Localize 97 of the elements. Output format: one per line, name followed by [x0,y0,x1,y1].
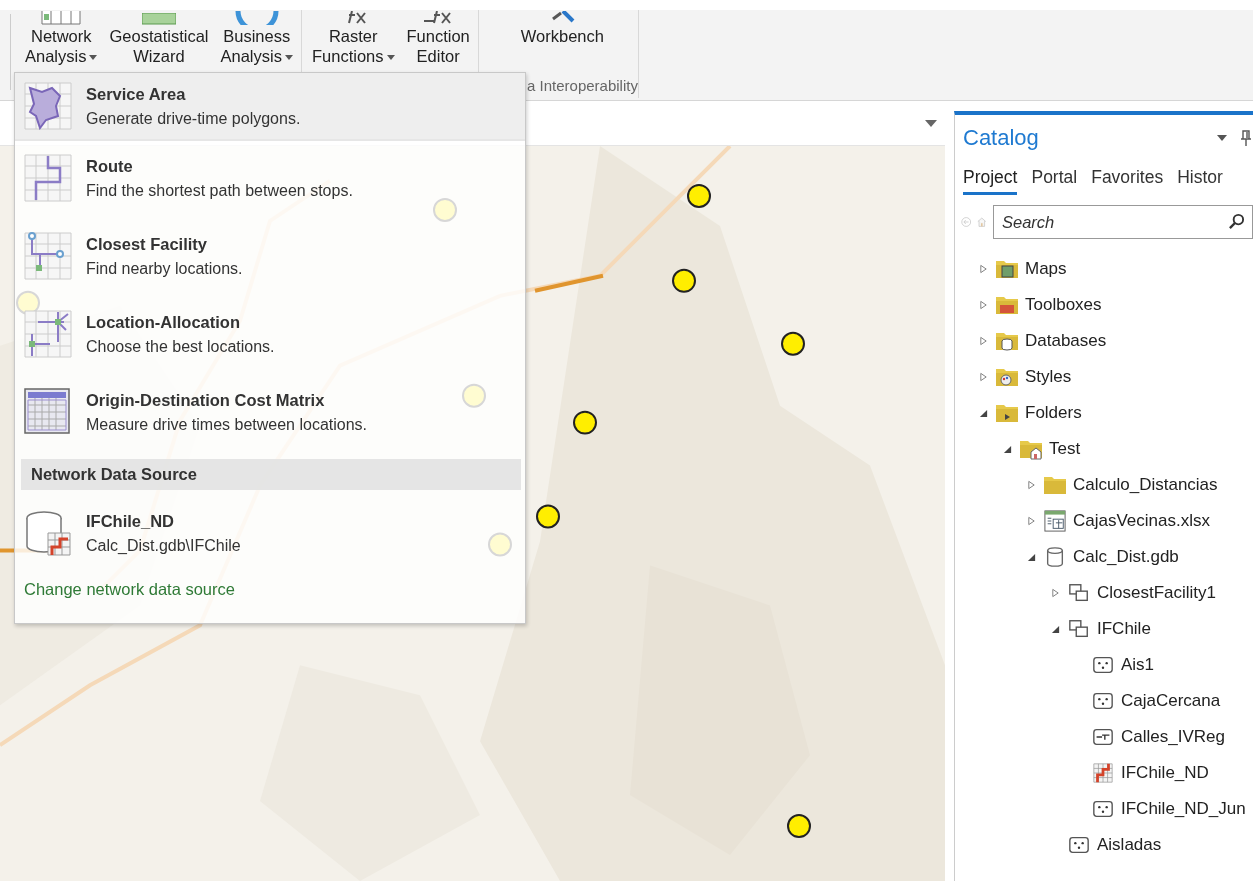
spreadsheet-icon [1043,510,1067,532]
tree-item[interactable]: Toolboxes [1025,295,1102,315]
tree-item[interactable]: IFChile_ND_Jun [1121,799,1246,819]
menu-item[interactable]: Origin-Destination Cost Matrix Measure drive times between locations. [15,379,525,445]
tree-item[interactable]: Databases [1025,331,1107,351]
tree-item[interactable]: Calculo_Distancias [1073,475,1218,495]
ribbon-button[interactable]: Geostatistical Wizard [107,10,211,76]
network-database-icon [24,509,72,557]
pane-title: Catalog [963,125,1040,151]
search-icon[interactable] [1228,213,1245,230]
tree-item[interactable]: IFChile [1097,619,1151,639]
collapse-arrow[interactable] [1049,623,1061,635]
collapse-arrow[interactable] [1001,443,1013,455]
ribbon-button[interactable]: Raster Functions [309,10,397,76]
expand-arrow[interactable] [977,263,989,275]
menu-item[interactable]: Route Find the shortest path between stops. [15,145,525,211]
menu-item-description: Measure drive times between locations. [86,415,368,434]
menu-item-title: IFChile_ND [86,511,175,531]
point-marker [536,504,560,529]
section-header: Network Data Source [21,459,521,490]
menu-item-title: Route [86,156,134,176]
change-source-link[interactable]: Change network data source [24,580,235,599]
tree-item[interactable]: ClosestFacility1 [1097,583,1217,603]
folder-icon [995,402,1019,424]
menu-item-title: Closest Facility [86,234,209,254]
menu-item[interactable]: Closest Facility Find nearby locations. [15,223,525,289]
tree-item[interactable]: Ais1 [1121,655,1155,675]
search-field[interactable]: Search [993,205,1253,239]
toolbox-folder-icon [995,294,1019,316]
matrix-grid-icon [24,388,72,436]
feature-dataset-icon [1067,582,1091,604]
catalog-tab[interactable]: Portal [1031,165,1078,195]
feature-dataset-icon [1067,618,1091,640]
chart-icon [141,13,176,25]
home-folder-icon [1019,438,1043,460]
catalog-tab[interactable]: Favorites [1091,165,1164,195]
menu-item-title: Origin-Destination Cost Matrix [86,390,326,410]
tree-item[interactable]: Styles [1025,367,1072,387]
map-folder-icon [995,258,1019,280]
caret-icon[interactable] [1217,135,1227,141]
point-layer-icon [1091,798,1115,820]
tree-item[interactable]: Test [1049,439,1081,459]
route-map-icon [24,154,72,202]
menu-item-description: Generate drive-time polygons. [86,109,301,128]
caret-icon [284,54,293,60]
menu-item-title: Service Area [86,84,187,104]
point-layer-icon [1091,690,1115,712]
menu-item-description: Find nearby locations. [86,259,243,278]
point-marker [781,331,805,356]
allocation-map-icon [24,310,72,358]
database-folder-icon [995,330,1019,352]
menu-item-description: Find the shortest path between stops. [86,181,353,200]
tree-item[interactable]: Folders [1025,403,1082,423]
network-grid-icon [1091,762,1115,784]
caret-icon [386,54,395,60]
menu-item-description: Calc_Dist.gdb\IFChile [86,536,241,555]
tree-item[interactable]: IFChile_ND [1121,763,1209,783]
menu-item-description: Choose the best locations. [86,337,275,356]
expand-arrow[interactable] [1025,479,1037,491]
pin-icon[interactable] [1241,130,1251,146]
ribbon-button[interactable]: Network Analysis [23,10,100,76]
expand-arrow[interactable] [1025,515,1037,527]
tree-item[interactable]: Calles_IVReg [1121,727,1225,747]
catalog-tab[interactable]: Project [963,165,1018,195]
collapse-arrow[interactable] [1025,551,1037,563]
group-label: a Interoperability [526,76,638,96]
palette-folder-icon [995,366,1019,388]
ribbon-button[interactable]: Workbench [518,10,606,76]
folder-icon [1043,474,1067,496]
tree-item[interactable]: CajaCercana [1121,691,1221,711]
polygon-map-icon [24,82,72,130]
expand-arrow[interactable] [977,299,989,311]
expand-arrow[interactable] [1049,587,1061,599]
point-marker [573,410,597,435]
point-layer-icon [1091,654,1115,676]
ribbon-button[interactable]: Function Editor [404,10,472,76]
tree-item[interactable]: CajasVecinas.xlsx [1073,511,1210,531]
ring-icon [234,11,279,25]
menu-item-title: Location-Allocation [86,312,241,332]
line-layer-icon [1091,726,1115,748]
menu-item[interactable]: IFChile_ND Calc_Dist.gdb\IFChile [15,500,525,566]
tree-item[interactable]: Calc_Dist.gdb [1073,547,1179,567]
collapse-arrow[interactable] [977,407,989,419]
menu-item[interactable]: Location-Allocation Choose the best locations. [15,301,525,367]
expand-arrow[interactable] [977,371,989,383]
point-marker [672,268,696,293]
expand-arrow[interactable] [977,335,989,347]
caret-icon[interactable] [925,119,937,127]
tree-item[interactable]: Maps [1025,259,1067,279]
function-icon [423,11,454,25]
caret-icon [89,54,98,60]
catalog-tab[interactable]: Histor [1177,165,1223,195]
menu-item[interactable]: Service Area Generate drive-time polygons. [15,73,525,141]
tree-item[interactable]: Aisladas [1097,835,1162,855]
point-layer-icon [1067,834,1091,856]
facility-map-icon [24,232,72,280]
ribbon-button[interactable]: Business Analysis [218,10,295,76]
